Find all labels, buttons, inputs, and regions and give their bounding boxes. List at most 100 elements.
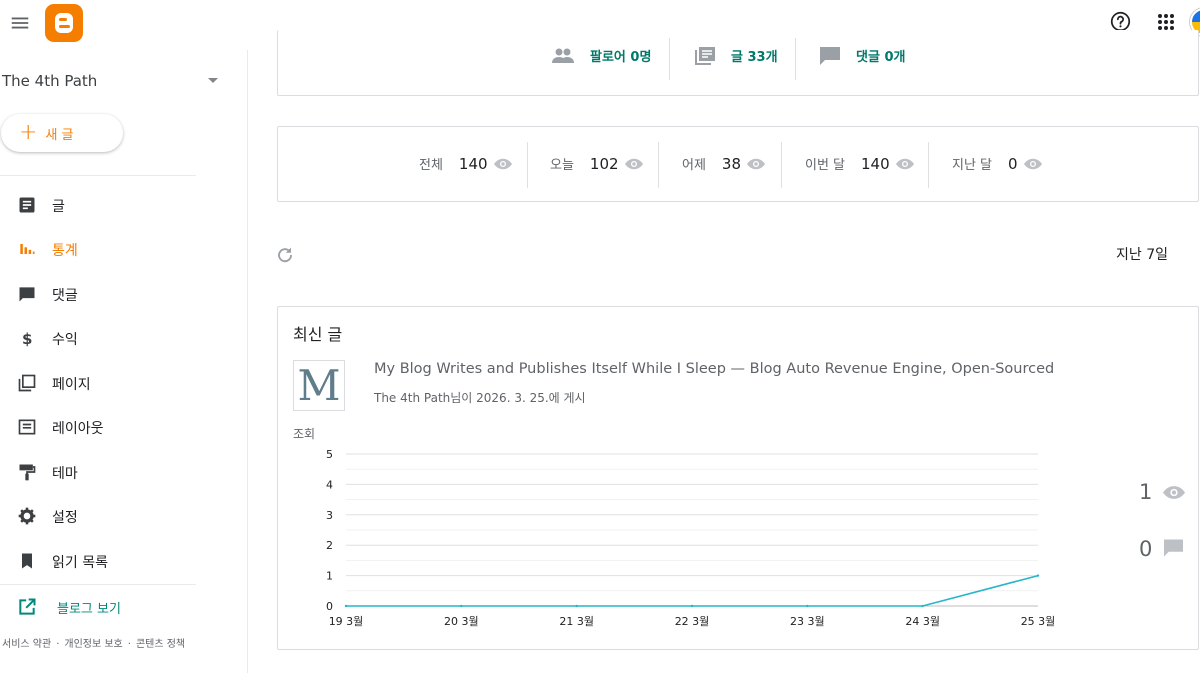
summary-card: 팔로어 0명 글 33개 댓글 0개 [277, 30, 1199, 96]
comment-icon [19, 287, 35, 302]
pages-icon [18, 374, 36, 392]
sidebar-item-settings[interactable]: 설정 [0, 498, 200, 534]
sidebar-item-layout[interactable]: 레이아웃 [0, 409, 200, 445]
views-total: 전체 140 [419, 154, 512, 173]
posts-stack-icon [695, 46, 715, 65]
sidebar-item-label: 설정 [52, 510, 78, 526]
data-point[interactable] [460, 604, 463, 608]
theme-icon [19, 464, 36, 481]
stats-icon [20, 244, 35, 254]
y-tick-label: 2 [326, 539, 333, 552]
comment-icon [1164, 539, 1183, 557]
views-value: 102 [589, 154, 619, 173]
plus-icon: + [19, 120, 38, 145]
sidebar-item-comments[interactable]: 댓글 [0, 276, 200, 312]
divider [527, 142, 528, 188]
comment-icon [820, 46, 840, 65]
sidebar: The 4th Path + 새 글 글 통계 댓글 $ 수익 페이지 레이아웃… [0, 50, 248, 673]
eye-icon [1163, 486, 1185, 499]
sidebar-item-label: 레이아웃 [52, 421, 104, 437]
privacy-link[interactable]: 개인정보 보호 [64, 639, 122, 650]
sidebar-item-pages[interactable]: 페이지 [0, 365, 200, 401]
period-selector[interactable]: 지난 7일 [1116, 244, 1168, 264]
refresh-icon[interactable] [276, 246, 294, 264]
x-tick-label: 22 3월 [675, 615, 710, 628]
data-point[interactable] [575, 604, 578, 608]
data-point[interactable] [344, 604, 348, 608]
eye-icon [493, 158, 512, 169]
post-views-count: 1 [1139, 480, 1153, 504]
y-tick-label: 1 [326, 570, 333, 583]
content-policy-link[interactable]: 콘텐츠 정책 [136, 639, 185, 650]
views-value: 0 [1008, 154, 1018, 173]
sidebar-item-posts[interactable]: 글 [0, 187, 200, 223]
posts-stat[interactable]: 글 33개 [695, 46, 778, 65]
terms-link[interactable]: 서비스 약관 [2, 639, 51, 650]
y-tick-label: 4 [326, 478, 333, 491]
y-tick-label: 5 [326, 448, 333, 461]
views-last-month: 지난 달 0 [952, 154, 1042, 173]
x-tick-label: 19 3월 [329, 615, 364, 628]
sidebar-item-theme[interactable]: 테마 [0, 454, 200, 490]
views-line-chart: 0 1 2 3 4 5 19 3월 20 3월 21 3월 22 3월 23 3월 24 3월 25 3… [326, 448, 1056, 628]
data-point[interactable] [806, 604, 809, 608]
blogger-logo-icon[interactable] [45, 4, 83, 42]
sidebar-item-label: 페이지 [52, 377, 91, 393]
apps-grid-icon[interactable] [1157, 13, 1175, 31]
eye-icon [624, 158, 643, 169]
divider [669, 38, 670, 80]
gear-icon [18, 507, 36, 525]
views-label: 지난 달 [952, 158, 993, 173]
people-icon [552, 48, 574, 63]
blog-title[interactable]: The 4th Path [2, 72, 97, 90]
data-point[interactable] [1036, 574, 1040, 577]
views-this-month: 이번 달 140 [805, 154, 914, 173]
y-tick-label: 3 [326, 509, 333, 522]
views-today: 오늘 102 [550, 154, 643, 173]
x-tick-label: 25 3월 [1021, 615, 1056, 628]
divider [928, 142, 929, 188]
footer-links: 서비스 약관 · 개인정보 보호 · 콘텐츠 정책 [2, 635, 185, 650]
data-point[interactable] [921, 604, 924, 608]
y-tick-label: 0 [326, 600, 333, 613]
external-link-icon [19, 598, 36, 615]
divider [0, 584, 196, 585]
eye-icon [1023, 158, 1042, 169]
sidebar-item-reading-list[interactable]: 읽기 목록 [0, 543, 200, 579]
svg-text:$: $ [22, 330, 32, 348]
divider [0, 175, 196, 176]
sidebar-item-earnings[interactable]: $ 수익 [0, 320, 200, 356]
data-point[interactable] [690, 604, 694, 608]
views-value: 140 [458, 154, 488, 173]
new-post-button[interactable]: + 새 글 [1, 114, 123, 152]
x-tick-label: 20 3월 [444, 615, 479, 628]
sidebar-item-label: 댓글 [52, 288, 78, 304]
blog-switcher-caret-icon[interactable] [208, 78, 218, 83]
menu-icon[interactable] [9, 12, 31, 34]
x-tick-label: 24 3월 [905, 615, 940, 628]
followers-stat[interactable]: 팔로어 0명 [552, 46, 651, 65]
help-icon[interactable] [1110, 11, 1131, 32]
divider [781, 142, 782, 188]
layout-icon [18, 419, 36, 435]
posts-icon [19, 197, 35, 213]
post-comments-count: 0 [1139, 537, 1153, 561]
sidebar-item-label: 읽기 목록 [52, 555, 108, 571]
views-yesterday: 어제 38 [682, 154, 766, 173]
x-tick-label: 23 3월 [790, 615, 825, 628]
comments-stat[interactable]: 댓글 0개 [820, 46, 905, 65]
dollar-icon: $ [22, 330, 32, 348]
sidebar-item-stats[interactable]: 통계 [0, 231, 200, 267]
sidebar-item-label: 글 [52, 199, 65, 215]
divider [795, 38, 796, 80]
followers-label: 팔로어 0명 [590, 50, 652, 65]
views-value: 38 [721, 154, 742, 173]
view-blog-link[interactable]: 블로그 보기 [0, 589, 200, 625]
sidebar-item-label: 테마 [52, 466, 78, 482]
views-value: 140 [861, 154, 890, 173]
posts-count-label: 글 33개 [731, 50, 778, 65]
view-blog-label: 블로그 보기 [57, 602, 121, 617]
views-card: 전체 140 오늘 102 어제 38 이번 달 140 지난 달 0 [277, 126, 1199, 202]
views-label: 어제 [682, 158, 706, 173]
views-label: 이번 달 [805, 158, 846, 173]
